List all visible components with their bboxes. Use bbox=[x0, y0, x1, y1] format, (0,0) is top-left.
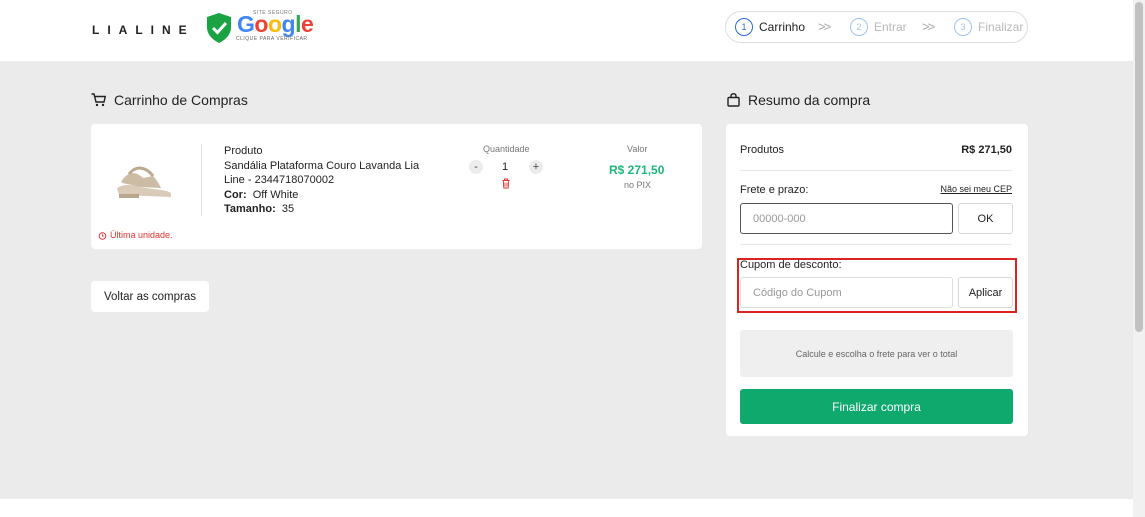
trash-icon[interactable] bbox=[501, 178, 511, 189]
step-number: 2 bbox=[850, 18, 868, 36]
size-value: 35 bbox=[281, 203, 295, 215]
product-info: Produto Sandália Plataforma Couro Lavand… bbox=[224, 144, 424, 217]
shopping-bag-icon bbox=[727, 93, 740, 107]
decrease-quantity-button[interactable]: - bbox=[469, 160, 483, 174]
chevron-right-icon: >> bbox=[818, 19, 831, 34]
shipping-row: Frete e prazo: Não sei meu CEP bbox=[740, 184, 1012, 196]
badge-sub-text: CLIQUE PARA VERIFICAR bbox=[236, 36, 308, 42]
increase-quantity-button[interactable]: + bbox=[529, 160, 543, 174]
products-row: Produtos R$ 271,50 bbox=[740, 144, 1012, 156]
cart-icon bbox=[91, 93, 106, 107]
shipping-label: Frete e prazo: bbox=[740, 184, 809, 196]
coupon-highlight-box bbox=[737, 258, 1017, 313]
step-label: Entrar bbox=[874, 20, 907, 34]
products-label: Produtos bbox=[740, 144, 785, 156]
quantity-label: Quantidade bbox=[483, 144, 530, 154]
product-price: R$ 271,50 bbox=[609, 163, 665, 177]
scrollbar-thumb[interactable] bbox=[1135, 2, 1143, 332]
products-total: R$ 271,50 bbox=[961, 144, 1012, 156]
step-cart: 1 Carrinho bbox=[735, 18, 805, 36]
chevron-right-icon: >> bbox=[922, 19, 935, 34]
alarm-clock-icon bbox=[98, 231, 107, 240]
shield-check-icon bbox=[207, 13, 231, 43]
size-label: Tamanho: bbox=[224, 203, 276, 215]
page-scrollbar[interactable] bbox=[1133, 0, 1145, 517]
site-header: LIALINE SITE SEGURO Google CLIQUE PARA V… bbox=[0, 0, 1133, 61]
cart-item-card: Produto Sandália Plataforma Couro Lavand… bbox=[91, 124, 702, 249]
checkout-steps: 1 Carrinho >> 2 Entrar >> 3 Finalizar bbox=[725, 11, 1028, 43]
cart-title: Carrinho de Compras bbox=[114, 92, 248, 108]
price-note: no PIX bbox=[624, 180, 652, 190]
back-to-shopping-button[interactable]: Voltar as compras bbox=[91, 281, 209, 312]
product-image[interactable] bbox=[113, 154, 175, 204]
store-logo[interactable]: LIALINE bbox=[92, 23, 195, 37]
total-calc-note: Calcule e escolha o frete para ver o tot… bbox=[740, 330, 1013, 377]
finalize-purchase-button[interactable]: Finalizar compra bbox=[740, 389, 1013, 424]
divider bbox=[740, 244, 1012, 245]
summary-title: Resumo da compra bbox=[748, 92, 871, 108]
product-name[interactable]: Sandália Plataforma Couro Lavanda Lia Li… bbox=[224, 159, 424, 188]
divider bbox=[201, 144, 202, 216]
stock-warning-text: Última unidade. bbox=[110, 230, 173, 240]
quantity-value: 1 bbox=[502, 161, 509, 173]
step-login: 2 Entrar bbox=[850, 18, 907, 36]
color-label: Cor: bbox=[224, 188, 247, 201]
product-heading: Produto bbox=[224, 145, 263, 157]
color-value: Off White bbox=[252, 188, 299, 201]
cart-section-title: Carrinho de Compras bbox=[91, 92, 248, 108]
step-label: Carrinho bbox=[759, 20, 806, 34]
google-safe-site-badge[interactable]: SITE SEGURO Google CLIQUE PARA VERIFICAR bbox=[205, 10, 315, 46]
step-label: Finalizar bbox=[978, 20, 1024, 34]
google-wordmark: Google bbox=[237, 11, 314, 37]
stock-warning: Última unidade. bbox=[98, 230, 173, 240]
page-footer bbox=[0, 499, 1133, 517]
step-number: 1 bbox=[735, 18, 753, 36]
summary-section-title: Resumo da compra bbox=[727, 92, 870, 108]
step-finalize: 3 Finalizar bbox=[954, 18, 1023, 36]
unknown-cep-link[interactable]: Não sei meu CEP bbox=[940, 184, 1012, 194]
value-label: Valor bbox=[627, 144, 648, 154]
cep-input[interactable]: 00000-000 bbox=[740, 203, 953, 234]
divider bbox=[740, 170, 1012, 171]
step-number: 3 bbox=[954, 18, 972, 36]
cep-ok-button[interactable]: OK bbox=[958, 203, 1013, 234]
